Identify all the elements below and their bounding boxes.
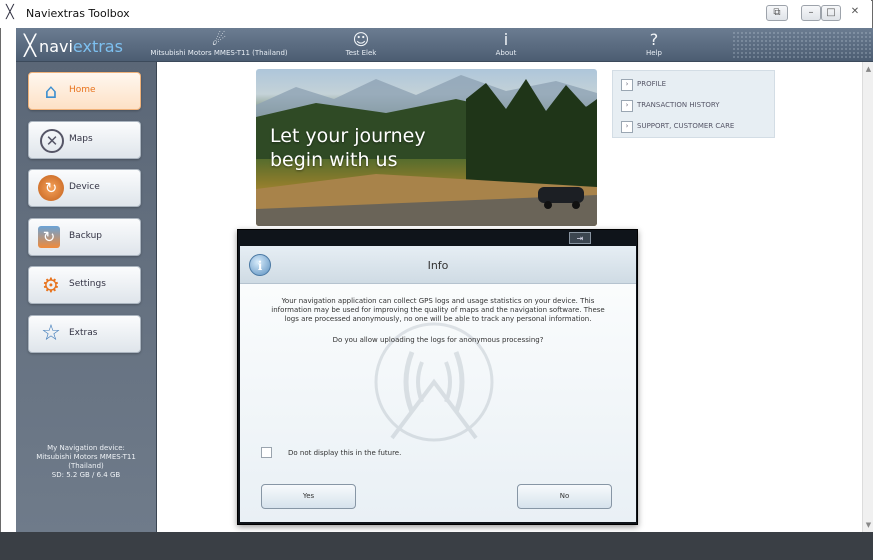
sidebar-item-label: Device (69, 182, 100, 192)
link-support[interactable]: › SUPPORT, CUSTOMER CARE (621, 119, 734, 133)
title-bar: ╳ Naviextras Toolbox ⧉ – □ ✕ (0, 0, 871, 28)
help-icon: ? (649, 30, 659, 49)
device-icon: ↻ (38, 175, 64, 201)
do-not-display-label[interactable]: Do not display this in the future. (288, 449, 401, 457)
scroll-down-icon[interactable]: ▼ (864, 520, 873, 530)
sidebar-item-settings[interactable]: ⚙ Settings (28, 266, 141, 304)
nav-user-label: Test Elek (345, 49, 377, 57)
sidebar-item-label: Home (69, 85, 96, 95)
sidebar-item-label: Settings (69, 279, 106, 289)
dialog-body-panel (240, 246, 636, 522)
sidebar-item-home[interactable]: ⌂ Home (28, 72, 141, 110)
device-info-line: SD: 5.2 GB / 6.4 GB (51, 471, 121, 479)
home-icon: ⌂ (44, 79, 58, 103)
nav-device-selector[interactable]: ☄ Mitsubishi Motors MMES-T11 (Thailand) (144, 30, 294, 60)
link-label: SUPPORT, CUSTOMER CARE (637, 122, 735, 130)
maps-icon: ✕ (40, 129, 64, 153)
logo-text-a: navi (39, 37, 73, 56)
nav-help[interactable]: ? Help (624, 30, 684, 60)
dialog-restore-icon[interactable]: ⇥ (569, 232, 591, 244)
satellite-icon: ☄ (211, 30, 227, 49)
nav-about-label: About (495, 49, 517, 57)
no-button[interactable]: No (517, 484, 612, 509)
chevron-right-icon: › (621, 121, 633, 133)
minimize-button[interactable]: – (801, 5, 821, 21)
device-info: My Navigation device: Mitsubishi Motors … (24, 444, 148, 480)
scroll-up-icon[interactable]: ▲ (864, 64, 873, 74)
link-profile[interactable]: › PROFILE (621, 77, 666, 91)
nav-user[interactable]: ☺ Test Elek (326, 30, 396, 60)
yes-button[interactable]: Yes (261, 484, 356, 509)
dialog-title: Info (427, 259, 449, 272)
close-button[interactable]: ✕ (844, 5, 866, 21)
banner-tagline: Let your journey begin with us (270, 124, 426, 172)
logo-text-b: extras (72, 37, 123, 56)
app-logo-icon: ╳ (6, 5, 14, 20)
device-info-line: (Thailand) (68, 462, 104, 470)
naviextras-x-icon: ╳ (24, 33, 37, 57)
top-nav-bar: ╳ naviextras ☄ Mitsubishi Motors MMES-T11… (16, 28, 873, 62)
star-icon: ☆ (41, 321, 61, 346)
sidebar-item-label: Extras (69, 328, 98, 338)
sidebar-item-maps[interactable]: ✕ Maps (28, 121, 141, 159)
sidebar-item-backup[interactable]: ↻ Backup (28, 218, 141, 256)
vertical-scrollbar[interactable]: ▲ ▼ (862, 62, 873, 532)
do-not-display-checkbox[interactable] (261, 447, 272, 458)
nav-help-label: Help (646, 49, 662, 57)
banner-line1: Let your journey (270, 125, 426, 147)
account-links: › PROFILE › TRANSACTION HISTORY › SUPPORT, … (612, 70, 775, 138)
nav-about[interactable]: i About (476, 30, 536, 60)
banner-line2: begin with us (270, 149, 398, 171)
window-extra-button[interactable]: ⧉ (766, 5, 788, 21)
sidebar-item-label: Backup (69, 231, 102, 241)
window-title: Naviextras Toolbox (26, 7, 130, 20)
chevron-right-icon: › (621, 100, 633, 112)
status-bar (0, 532, 873, 560)
user-icon: ☺ (352, 30, 370, 49)
topbar-pattern (732, 31, 872, 59)
link-label: TRANSACTION HISTORY (637, 101, 720, 109)
home-banner[interactable]: Let your journey begin with us (256, 69, 597, 226)
dialog-message: Your navigation application can collect … (271, 297, 605, 323)
backup-icon: ↻ (38, 226, 60, 248)
link-transaction-history[interactable]: › TRANSACTION HISTORY (621, 98, 720, 112)
nav-device-label: Mitsubishi Motors MMES-T11 (Thailand) (150, 49, 288, 57)
dialog-question: Do you allow uploading the logs for anon… (332, 336, 544, 344)
info-icon: i (503, 30, 509, 49)
link-label: PROFILE (637, 80, 667, 88)
chevron-right-icon: › (621, 79, 633, 91)
maximize-button[interactable]: □ (821, 5, 841, 21)
device-info-line: Mitsubishi Motors MMES-T11 (36, 453, 136, 461)
sidebar-item-label: Maps (69, 134, 93, 144)
device-info-line: My Navigation device: (47, 444, 125, 452)
sidebar-item-extras[interactable]: ☆ Extras (28, 315, 141, 353)
sidebar-item-device[interactable]: ↻ Device (28, 169, 141, 207)
naviextras-logo[interactable]: ╳ naviextras (24, 34, 123, 56)
settings-icon: ⚙ (42, 273, 60, 297)
